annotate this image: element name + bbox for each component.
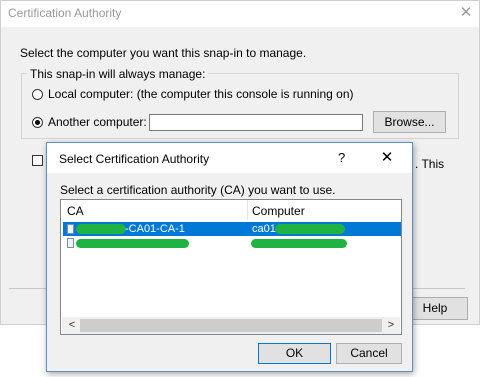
close-icon[interactable]: ✕: [378, 148, 396, 166]
another-computer-input[interactable]: [149, 114, 363, 131]
certificate-icon: [67, 224, 74, 234]
redaction-mark: [76, 239, 189, 248]
computer-cell: ca01: [252, 223, 276, 235]
help-icon[interactable]: ?: [338, 150, 352, 165]
allow-change-checkbox[interactable]: [32, 155, 43, 166]
horizontal-scrollbar[interactable]: < >: [62, 317, 400, 334]
column-header-ca[interactable]: CA: [67, 204, 84, 218]
redaction-mark: [251, 239, 347, 248]
front-instruction: Select a certification authority (CA) yo…: [60, 183, 336, 197]
back-instruction: Select the computer you want this snap-i…: [20, 46, 307, 60]
redaction-mark: [275, 224, 345, 234]
select-ca-dialog: Select Certification Authority ? ✕ Selec…: [46, 142, 413, 372]
column-header-computer[interactable]: Computer: [252, 204, 305, 218]
local-computer-label[interactable]: Local computer: (the computer this conso…: [48, 87, 354, 101]
ok-button[interactable]: OK: [258, 343, 331, 364]
ca-name-cell: -CA01-CA-1: [125, 223, 185, 235]
certificate-icon: [67, 238, 74, 248]
ca-list[interactable]: CA Computer -CA01-CA-1 ca01 < >: [60, 199, 402, 335]
front-dialog-title: Select Certification Authority: [59, 152, 210, 166]
scroll-thumb[interactable]: [80, 319, 382, 332]
redaction-mark: [76, 224, 126, 234]
checkbox-label-tail: . This: [415, 157, 445, 171]
another-computer-radio[interactable]: [32, 117, 43, 128]
front-title-bar: Select Certification Authority ? ✕: [47, 143, 412, 173]
scroll-left-icon[interactable]: <: [65, 318, 79, 333]
column-divider[interactable]: [247, 200, 248, 220]
groupbox-label: This snap-in will always manage:: [27, 67, 209, 81]
back-dialog-title: Certification Authority: [8, 6, 122, 20]
table-row[interactable]: -CA01-CA-1 ca01: [63, 222, 401, 236]
cancel-button[interactable]: Cancel: [336, 343, 402, 364]
back-title-bar: Certification Authority ✕: [1, 1, 479, 27]
scroll-right-icon[interactable]: >: [384, 318, 398, 333]
local-computer-radio[interactable]: [32, 89, 43, 100]
back-close-icon[interactable]: ✕: [457, 3, 475, 23]
browse-button[interactable]: Browse...: [373, 111, 446, 133]
table-row[interactable]: [63, 236, 401, 250]
another-computer-label[interactable]: Another computer:: [48, 115, 147, 129]
